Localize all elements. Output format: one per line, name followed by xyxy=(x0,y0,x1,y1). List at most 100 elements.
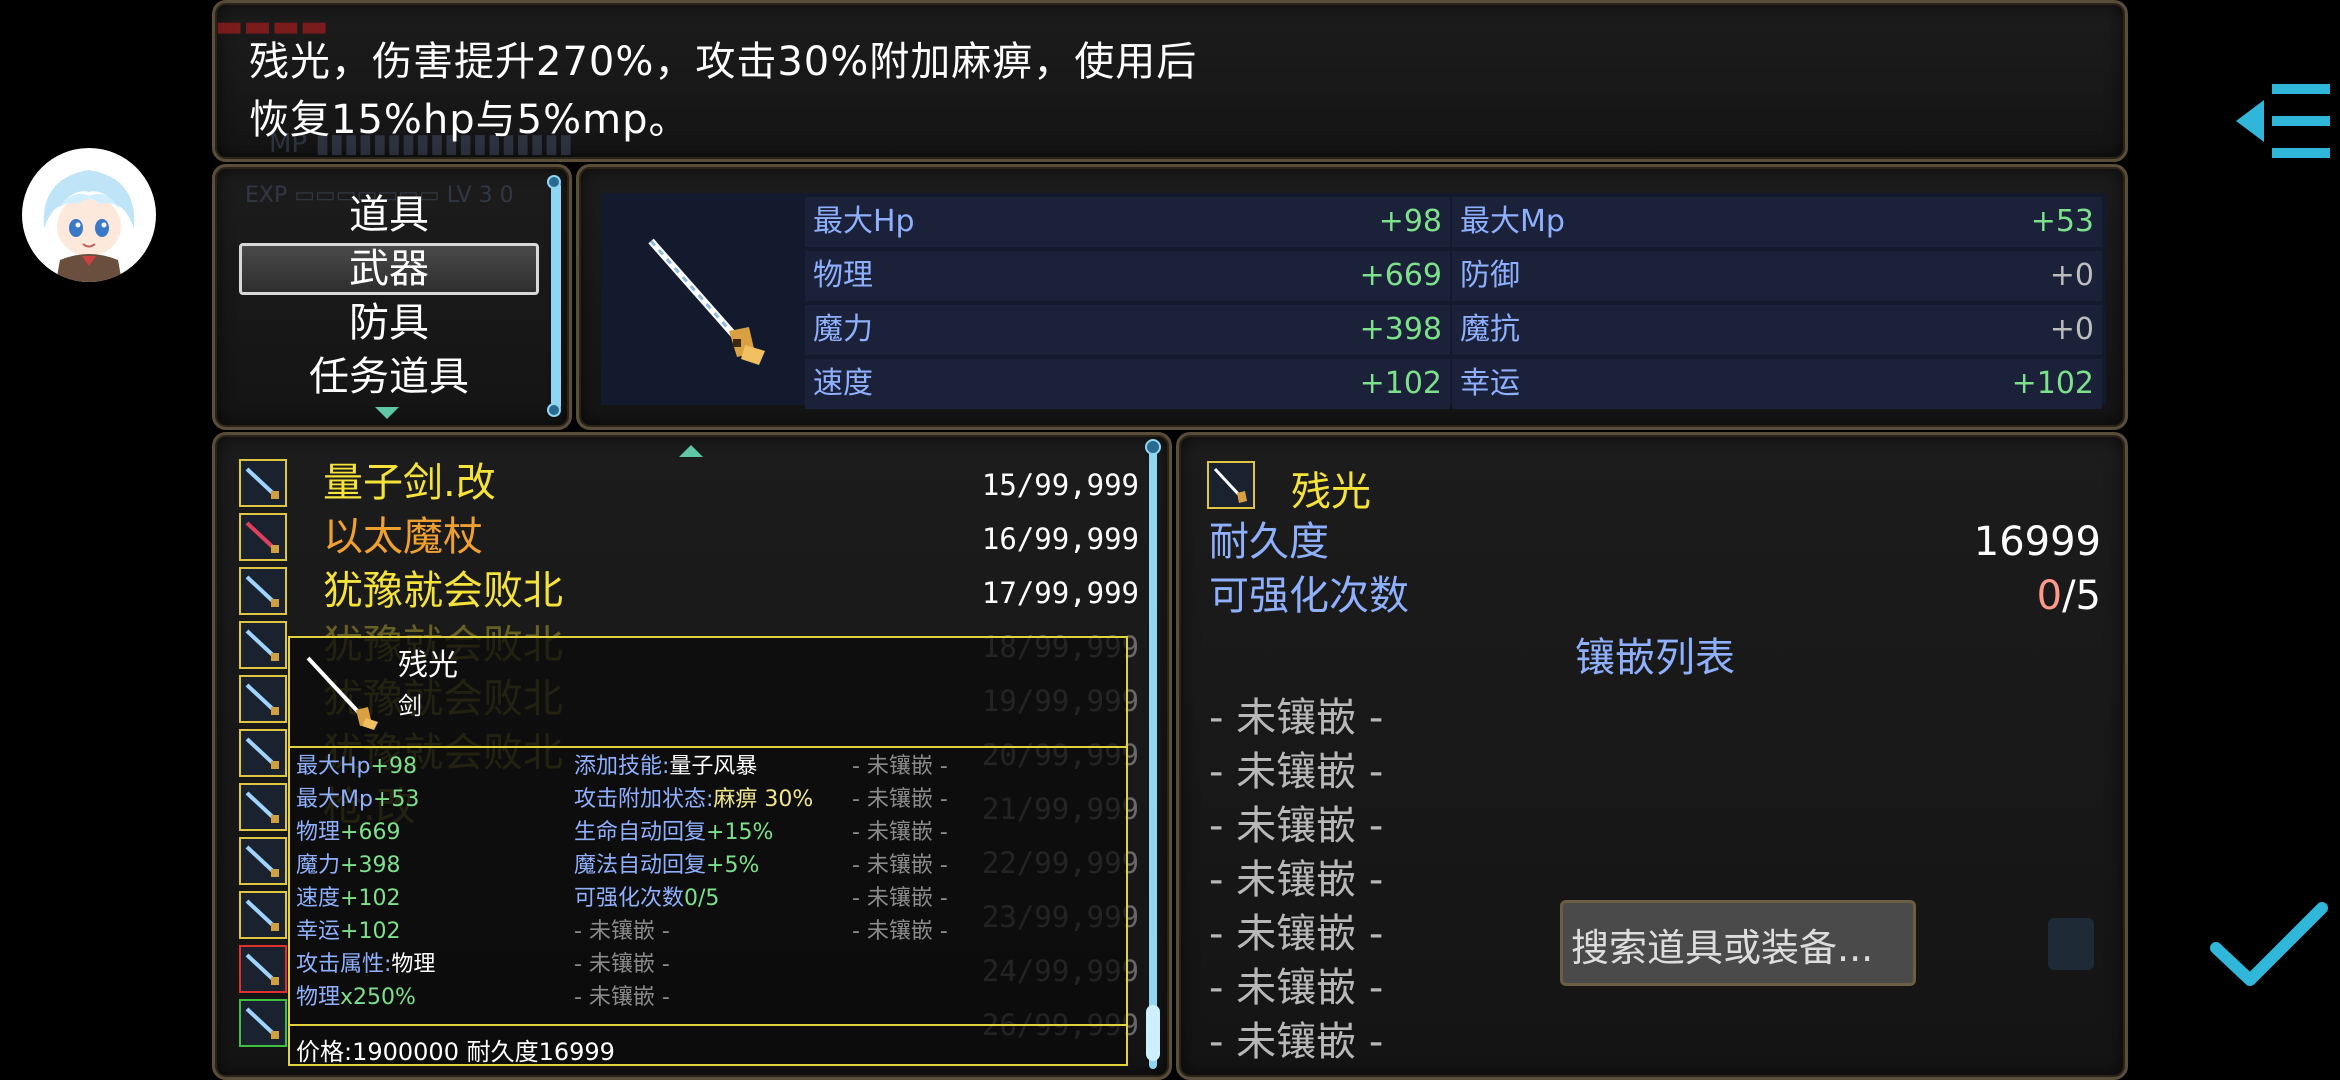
tooltip-socket: - 未镶嵌 - xyxy=(852,820,948,845)
tooltip-effect: 攻击附加状态:麻痹 30% xyxy=(574,783,813,816)
stat-row: 魔力 +398 xyxy=(805,305,1450,355)
item-tooltip: 残光 剑 最大Hp+98 最大Mp+53 物理+669 魔力+398 速度+102 幸运+… xyxy=(288,636,1128,1066)
tooltip-stat: 最大Mp+53 xyxy=(296,783,419,816)
tooltip-stat-label: 物理 xyxy=(296,820,341,845)
durability-value: 16999 xyxy=(1973,519,2101,565)
tooltip-socket: - 未镶嵌 - xyxy=(852,787,948,812)
stat-row: 防御 +0 xyxy=(1452,251,2102,301)
tooltip-effect: - 未镶嵌 - xyxy=(574,981,670,1014)
stat-label: 速度 xyxy=(813,366,873,401)
durability-row: 耐久度 16999 xyxy=(1209,515,2101,569)
tooltip-stat-label: 最大Mp xyxy=(296,787,373,812)
enhance-current: 0 xyxy=(2036,573,2063,619)
tooltip-stat-value: 物理 xyxy=(391,952,436,977)
weapon-icon xyxy=(239,621,287,669)
avatar-portrait-icon xyxy=(23,149,155,282)
weapon-icon xyxy=(239,729,287,777)
stat-value: +669 xyxy=(1359,258,1442,293)
tooltip-stat-label: 攻击属性: xyxy=(296,952,392,977)
tooltip-effect-label: 攻击附加状态: xyxy=(574,787,714,812)
tooltip-socket: - 未镶嵌 - xyxy=(852,754,948,779)
enhance-row: 可强化次数 0/5 xyxy=(1209,569,2101,623)
weapon-icon xyxy=(239,513,287,561)
weapon-icon xyxy=(239,999,287,1047)
stat-value: +398 xyxy=(1359,312,1442,347)
socket-slot: - 未镶嵌 - xyxy=(1209,911,1384,957)
tooltip-socket: - 未镶嵌 - xyxy=(852,919,948,944)
stat-value: +98 xyxy=(1378,204,1442,239)
sword-icon xyxy=(641,233,781,373)
equip-status-window: 最大Hp +98 最大Mp +53 物理 +669 防御 +0 魔力 +398 … xyxy=(576,164,2128,430)
tooltip-stat-value: +102 xyxy=(340,886,401,911)
item-name: 以太魔杖 xyxy=(323,514,483,560)
search-input[interactable]: 搜索道具或装备... xyxy=(1560,900,1916,986)
scrollbar-top-knob xyxy=(547,175,561,189)
socket-slot: - 未镶嵌 - xyxy=(1209,749,1384,795)
weapon-icon xyxy=(239,945,287,993)
stat-value: +102 xyxy=(2011,366,2094,401)
stat-label: 最大Hp xyxy=(813,204,915,239)
tooltip-effect-label: 添加技能: xyxy=(574,754,670,779)
tooltip-effect-value: +5% xyxy=(706,853,760,878)
item-name: 犹豫就会败北 xyxy=(323,568,563,614)
enhance-max: /5 xyxy=(2062,573,2101,619)
search-placeholder: 搜索道具或装备... xyxy=(1571,926,1874,970)
confirm-check-icon[interactable] xyxy=(2210,900,2330,990)
tooltip-socket: - 未镶嵌 - xyxy=(852,853,948,878)
weapon-icon xyxy=(239,783,287,831)
category-item[interactable]: 任务道具 xyxy=(239,351,539,403)
item-name: 量子剑.改 xyxy=(323,460,496,506)
stat-label: 物理 xyxy=(813,258,873,293)
character-avatar[interactable] xyxy=(22,148,156,282)
stat-row: 最大Mp +53 xyxy=(1452,197,2102,247)
tooltip-effect-label: 可强化次数 xyxy=(574,886,685,911)
stat-row: 速度 +102 xyxy=(805,359,1450,409)
item-list-row[interactable]: 量子剑.改 15/99,999 xyxy=(239,459,1139,509)
item-list-scrollbar[interactable] xyxy=(1145,439,1161,1069)
tooltip-stat: 幸运+102 xyxy=(296,915,400,948)
tooltip-effect-value: +15% xyxy=(706,820,774,845)
stat-value: +0 xyxy=(2049,312,2094,347)
potion-icon xyxy=(2048,918,2094,970)
socket-slot: - 未镶嵌 - xyxy=(1209,965,1384,1011)
tooltip-effect: 生命自动回复+15% xyxy=(574,816,773,849)
enhance-value: 0/5 xyxy=(2037,569,2101,623)
status-box: 最大Hp +98 最大Mp +53 物理 +669 防御 +0 魔力 +398 … xyxy=(601,193,2106,409)
scrollbar-top-knob xyxy=(1145,439,1161,455)
tooltip-effect: 添加技能:量子风暴 xyxy=(574,750,757,783)
tooltip-effect-label: - 未镶嵌 - xyxy=(574,919,670,944)
scroll-up-arrow-icon[interactable] xyxy=(679,445,703,457)
category-item[interactable]: 防具 xyxy=(239,297,539,349)
sword-icon xyxy=(304,652,384,732)
item-list-row[interactable]: 犹豫就会败北 17/99,999 xyxy=(239,567,1139,617)
menu-icon[interactable] xyxy=(2234,78,2334,164)
category-window: EXP ▭▭▭▭▭▭▭ LV 3 0 道具 武器 防具 任务道具 xyxy=(212,164,572,430)
tooltip-effect-value: 0/5 xyxy=(684,886,720,911)
tooltip-effect-value: 麻痹 30% xyxy=(713,787,814,812)
category-item-selected[interactable]: 武器 xyxy=(239,243,539,295)
socket-slot: - 未镶嵌 - xyxy=(1209,1019,1384,1065)
stat-label: 魔力 xyxy=(813,312,873,347)
tooltip-header: 残光 剑 xyxy=(290,638,1126,748)
tooltip-stat-label: 魔力 xyxy=(296,853,341,878)
item-quantity: 16/99,999 xyxy=(981,522,1139,556)
detail-item-name: 残光 xyxy=(1291,469,1371,515)
item-list-row[interactable]: 以太魔杖 16/99,999 xyxy=(239,513,1139,563)
item-quantity: 15/99,999 xyxy=(981,468,1139,502)
tooltip-effect-label: - 未镶嵌 - xyxy=(574,985,670,1010)
tooltip-stat: 攻击属性:物理 xyxy=(296,948,435,981)
tooltip-stat-value: +98 xyxy=(370,754,417,779)
weapon-icon xyxy=(239,891,287,939)
category-item[interactable]: 道具 xyxy=(239,189,539,241)
scrollbar-thumb[interactable] xyxy=(1146,1005,1160,1061)
stat-value: +53 xyxy=(2030,204,2094,239)
item-quantity: 17/99,999 xyxy=(981,576,1139,610)
tooltip-effect-value: 量子风暴 xyxy=(669,754,758,779)
scroll-down-arrow-icon[interactable] xyxy=(375,407,399,419)
tooltip-socket: - 未镶嵌 - xyxy=(852,886,948,911)
stat-label: 最大Mp xyxy=(1460,204,1565,239)
category-scrollbar[interactable] xyxy=(547,175,561,417)
durability-label: 耐久度 xyxy=(1209,519,1329,565)
tooltip-stat-value: x250% xyxy=(340,985,416,1010)
tooltip-stat-label: 最大Hp xyxy=(296,754,371,779)
